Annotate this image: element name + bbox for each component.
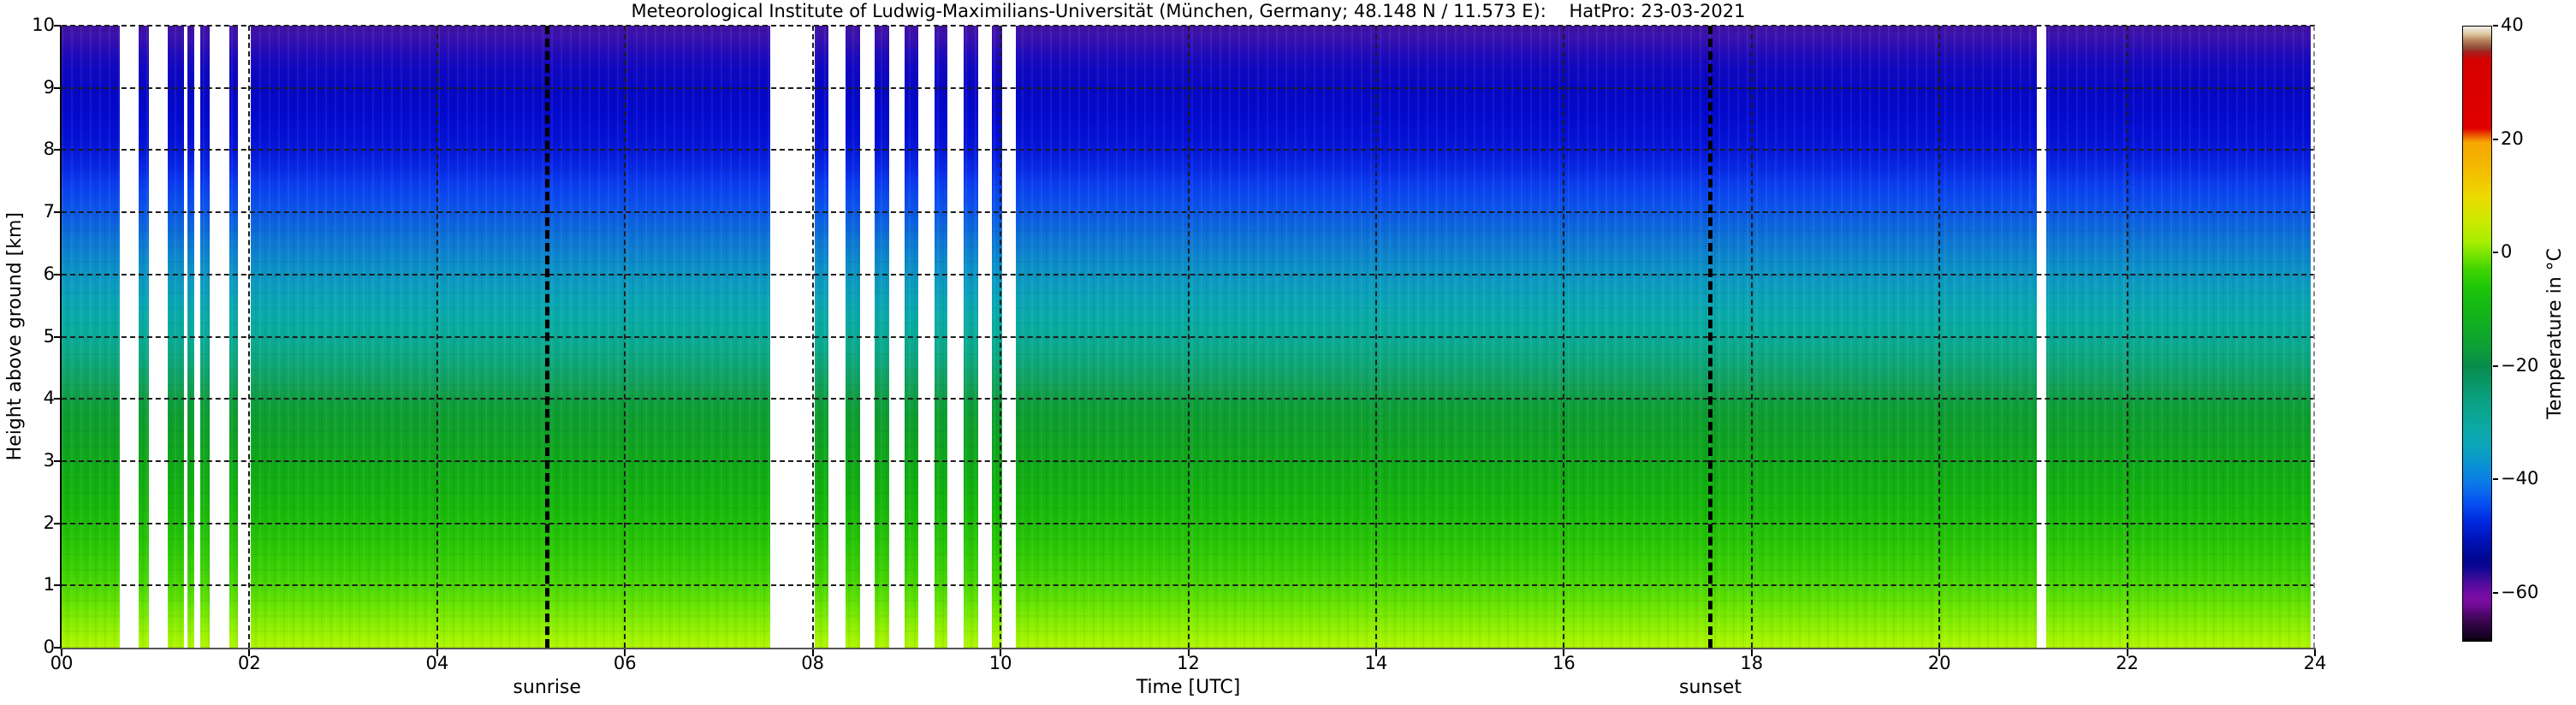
x-tick-label: 24 <box>2303 653 2327 673</box>
x-tick-label: 22 <box>2116 653 2139 673</box>
x-tick-label: 08 <box>801 653 825 673</box>
colorbar-tick-label: 20 <box>2501 127 2524 149</box>
colorbar-tick-label: 0 <box>2501 241 2513 263</box>
y-tick <box>54 149 61 151</box>
colorbar-tick <box>2493 25 2498 27</box>
y-tick <box>54 25 61 27</box>
colorbar-tick-label: −40 <box>2501 468 2539 489</box>
y-tick <box>54 459 61 462</box>
colorbar-tick <box>2493 478 2498 481</box>
x-tick-label: 04 <box>425 653 449 673</box>
colorbar <box>2462 26 2492 642</box>
figure: Meteorological Institute of Ludwig-Maxim… <box>0 0 2576 705</box>
y-tick <box>54 335 61 338</box>
x-tick-label: 18 <box>1740 653 1764 673</box>
colorbar-label: Temperature in °C <box>2543 248 2566 419</box>
sunset-line <box>1708 26 1713 648</box>
x-tick-label: 20 <box>1927 653 1951 673</box>
x-tick-label: 12 <box>1177 653 1200 673</box>
colorbar-tick-label: −60 <box>2501 581 2539 602</box>
y-tick <box>54 211 61 214</box>
colorbar-tick <box>2493 138 2498 140</box>
y-tick <box>54 522 61 524</box>
colorbar-tick <box>2493 364 2498 367</box>
y-tick <box>54 398 61 400</box>
sunrise-line <box>545 26 550 648</box>
x-tick-label: 14 <box>1364 653 1388 673</box>
colorbar-tick <box>2493 591 2498 594</box>
sun-event-layer <box>62 26 2315 648</box>
y-tick <box>54 647 61 649</box>
x-axis-label: Time [UTC] <box>1136 677 1241 698</box>
x-tick-label: 06 <box>613 653 637 673</box>
colorbar-tick-label: −20 <box>2501 354 2539 376</box>
colorbar-tick-label: 40 <box>2501 15 2524 35</box>
x-tick-label: 10 <box>988 653 1012 673</box>
chart-title: Meteorological Institute of Ludwig-Maxim… <box>631 1 1746 21</box>
y-axis-label: Height above ground [km] <box>3 212 26 461</box>
heatmap-plot-area <box>62 25 2315 648</box>
y-tick <box>54 86 61 89</box>
x-tick-label: 16 <box>1552 653 1576 673</box>
y-tick <box>54 584 61 587</box>
colorbar-tick <box>2493 252 2498 254</box>
y-tick <box>54 273 61 275</box>
x-tick-label: 02 <box>238 653 261 673</box>
